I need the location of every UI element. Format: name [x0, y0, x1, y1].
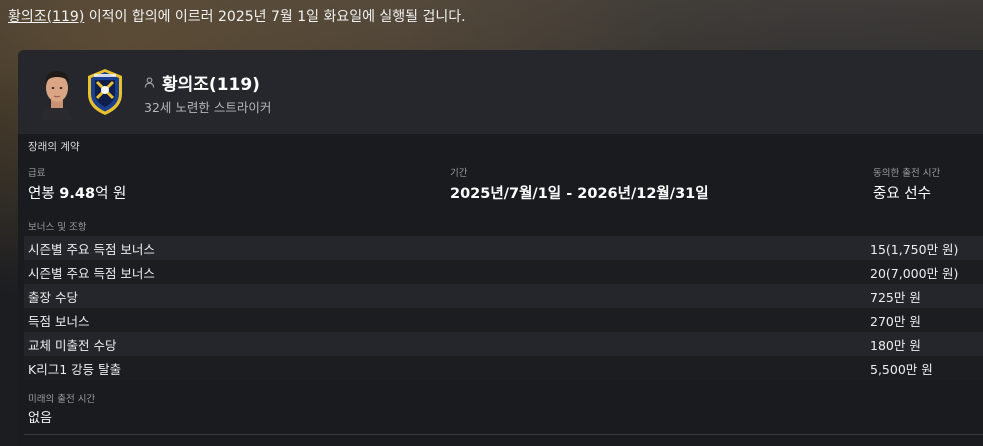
- bonus-amount: 15(1,750만 원): [870, 241, 959, 257]
- playing-time-label: 동의한 출전 시간: [873, 168, 941, 179]
- bonus-amount: 5,500만 원: [870, 361, 933, 377]
- period-value: 2025년/7월/1일 - 2026년/12월/31일: [450, 186, 709, 202]
- bonus-amount: 20(7,000만 원): [870, 265, 959, 281]
- contract-panel: 황의조(119) 32세 노련한 스트라이커 장래의 계약 급료 연봉 9.48…: [18, 50, 983, 446]
- playing-time-value: 중요 선수: [873, 186, 931, 202]
- bonus-row: 시즌별 주요 득점 보너스 20(7,000만 원): [24, 260, 983, 284]
- bonus-name: 출장 수당: [28, 289, 78, 305]
- transfer-headline: 황의조(119) 이적이 합의에 이르러 2025년 7월 1일 화요일에 실행…: [8, 6, 466, 26]
- period-label: 기간: [450, 168, 468, 179]
- bonus-amount: 180만 원: [870, 337, 921, 353]
- bonus-amount: 725만 원: [870, 289, 921, 305]
- bonus-row: 교체 미출전 수당 180만 원: [24, 332, 983, 356]
- bonus-name: 시즌별 주요 득점 보너스: [28, 265, 155, 281]
- player-description: 32세 노련한 스트라이커: [144, 100, 272, 115]
- divider: [24, 434, 983, 435]
- salary-prefix: 연봉: [28, 186, 60, 202]
- future-playing-time-label: 미래의 출전 시간: [28, 394, 96, 405]
- player-name[interactable]: 황의조(119): [144, 70, 260, 95]
- bonus-row: 득점 보너스 270만 원: [24, 308, 983, 332]
- bonus-name: 시즌별 주요 득점 보너스: [28, 241, 155, 257]
- future-playing-time-value: 없음: [28, 411, 52, 426]
- section-title: 장래의 계약: [28, 141, 80, 153]
- person-icon: [144, 77, 155, 88]
- bonus-name: K리그1 강등 탈출: [28, 361, 122, 377]
- bonus-row: 출장 수당 725만 원: [24, 284, 983, 308]
- club-crest-icon[interactable]: [86, 68, 124, 116]
- bonus-label: 보너스 및 조항: [28, 222, 87, 233]
- player-link[interactable]: 황의조(119): [8, 9, 84, 25]
- salary-label: 급료: [28, 168, 46, 179]
- bonus-name: 교체 미출전 수당: [28, 337, 117, 353]
- salary-value: 연봉 9.48억 원: [28, 182, 126, 203]
- player-name-text: 황의조(119): [162, 75, 260, 95]
- bonus-amount: 270만 원: [870, 313, 921, 329]
- player-face-icon[interactable]: [36, 64, 78, 120]
- bonus-row: 시즌별 주요 득점 보너스 15(1,750만 원): [24, 236, 983, 260]
- salary-suffix: 억 원: [95, 186, 127, 202]
- headline-text: 이적이 합의에 이르러 2025년 7월 1일 화요일에 실행될 겁니다.: [84, 9, 466, 25]
- bonus-table: 시즌별 주요 득점 보너스 15(1,750만 원) 시즌별 주요 득점 보너스 20…: [24, 236, 983, 380]
- player-card: 황의조(119) 32세 노련한 스트라이커: [18, 50, 983, 134]
- bonus-name: 득점 보너스: [28, 313, 90, 329]
- bonus-row: K리그1 강등 탈출 5,500만 원: [24, 356, 983, 380]
- salary-number: 9.48: [59, 186, 96, 202]
